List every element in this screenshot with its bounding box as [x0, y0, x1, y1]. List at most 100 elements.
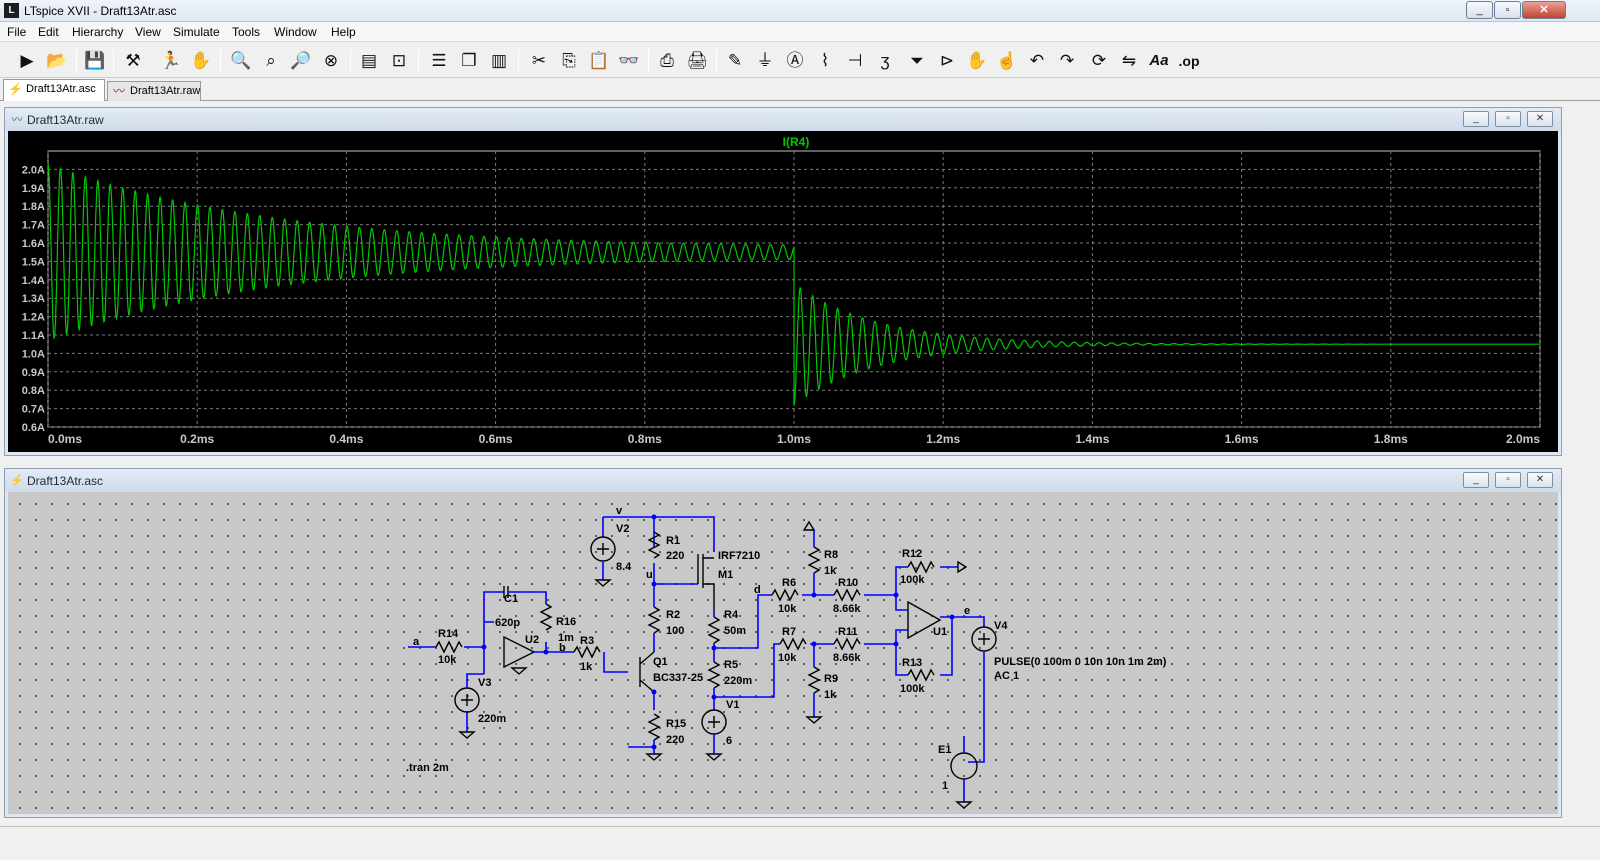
print-setup-icon[interactable]: ⎙ — [654, 48, 680, 74]
tab-schematic[interactable]: ⚡ Draft13Atr.asc — [3, 79, 105, 101]
r4-ref: R4 — [724, 609, 739, 621]
r7-resistor[interactable] — [779, 637, 807, 651]
autorange-icon[interactable]: ▤ — [356, 48, 382, 74]
fit-icon[interactable]: ⊡ — [386, 48, 412, 74]
r16-resistor[interactable] — [539, 603, 553, 631]
sch-minimize-button[interactable]: _ — [1463, 472, 1489, 488]
r2-value: 100 — [666, 625, 684, 637]
close-button[interactable]: ✕ — [1522, 1, 1566, 19]
move-hand-icon[interactable]: ✋ — [964, 48, 990, 74]
draw-wire-icon[interactable]: ✎ — [722, 48, 748, 74]
r14-resistor[interactable] — [435, 640, 463, 654]
label-net-icon[interactable]: Ⓐ — [782, 48, 808, 74]
e1-source-symbol[interactable] — [950, 752, 978, 780]
zoom-cancel-icon[interactable]: ⊗ — [318, 48, 344, 74]
tile-vertical-icon[interactable]: ▥ — [486, 48, 512, 74]
maximize-button[interactable]: ▫ — [1494, 1, 1521, 19]
redo-icon[interactable]: ↷ — [1054, 48, 1080, 74]
run-man-icon[interactable]: 🏃 — [158, 48, 184, 74]
waveform-plot[interactable]: 0.0ms 0.2ms 0.4ms 0.6ms 0.8ms 1.0ms 1.2ms 1.4ms… — [8, 131, 1560, 454]
r1-ref: R1 — [666, 535, 680, 547]
r12-value: 100k — [900, 574, 925, 586]
menu-simulate[interactable]: Simulate — [173, 25, 220, 39]
zoom-out-icon[interactable]: 🔎 — [288, 48, 314, 74]
menu-view[interactable]: View — [135, 25, 161, 39]
menu-hierarchy[interactable]: Hierarchy — [72, 25, 123, 39]
r3-ref: R3 — [580, 635, 594, 647]
plot-area[interactable]: 0.0ms 0.2ms 0.4ms 0.6ms 0.8ms 1.0ms 1.2ms 1.4ms… — [8, 131, 1558, 452]
cascade-icon[interactable]: ❐ — [456, 48, 482, 74]
tile-horizontal-icon[interactable]: ☰ — [426, 48, 452, 74]
tab-waveform[interactable]: 〰 Draft13Atr.raw — [107, 81, 201, 101]
plot-minimize-button[interactable]: _ — [1463, 111, 1489, 127]
plot-restore-button[interactable]: ▫ — [1495, 111, 1521, 127]
r3-resistor[interactable] — [573, 645, 601, 659]
r1-value: 220 — [666, 550, 684, 562]
q1-transistor[interactable] — [639, 651, 655, 693]
r11-resistor[interactable] — [833, 637, 861, 651]
plot-close-button[interactable]: ✕ — [1527, 111, 1553, 127]
spice-directive-tran[interactable]: .tran 2m — [406, 762, 449, 774]
r5-resistor[interactable] — [707, 661, 721, 689]
zoom-in-icon[interactable]: 🔍 — [228, 48, 254, 74]
control-panel-icon[interactable]: ⚒ — [120, 48, 146, 74]
menu-edit[interactable]: Edit — [38, 25, 59, 39]
find-icon[interactable]: 👓 — [616, 48, 642, 74]
pan-hand-icon[interactable]: ✋ — [188, 48, 214, 74]
x-tick-label: 0.4ms — [329, 432, 363, 446]
y-tick-label: 1.5A — [22, 256, 45, 268]
trace-label[interactable]: I(R4) — [783, 135, 810, 149]
ground-icon — [705, 753, 723, 761]
y-tick-label: 1.9A — [22, 183, 45, 195]
mirror-icon[interactable]: ⇋ — [1116, 48, 1142, 74]
cut-icon[interactable]: ✂ — [526, 48, 552, 74]
print-icon[interactable]: 🖨 — [684, 48, 710, 74]
menu-tools[interactable]: Tools — [232, 25, 260, 39]
schematic-drawing[interactable]: v V2 8.4 R1 220 IRF7210 M1 u R2 100 R4 5… — [8, 492, 1560, 816]
m1-model: IRF7210 — [718, 550, 760, 562]
r9-resistor[interactable] — [807, 666, 821, 694]
capacitor-icon[interactable]: ⊣ — [842, 48, 868, 74]
undo-icon[interactable]: ↶ — [1024, 48, 1050, 74]
rotate-icon[interactable]: ⟳ — [1086, 48, 1112, 74]
r2-resistor[interactable] — [647, 606, 661, 634]
r4-resistor[interactable] — [707, 616, 721, 644]
sch-restore-button[interactable]: ▫ — [1495, 472, 1521, 488]
ground-icon — [510, 667, 528, 675]
m1-mosfet[interactable] — [697, 554, 715, 612]
schematic-canvas[interactable]: v V2 8.4 R1 220 IRF7210 M1 u R2 100 R4 5… — [8, 492, 1558, 814]
text-icon[interactable]: Aa — [1146, 48, 1172, 74]
paste-icon[interactable]: 📋 — [586, 48, 612, 74]
component-icon[interactable]: ⊳ — [934, 48, 960, 74]
inductor-icon[interactable]: ʒ — [872, 48, 898, 74]
menu-help[interactable]: Help — [331, 25, 356, 39]
net-label-d: d — [754, 584, 761, 596]
r2-ref: R2 — [666, 609, 680, 621]
r15-resistor[interactable] — [647, 713, 661, 741]
r15-value: 220 — [666, 734, 684, 746]
resistor-icon[interactable]: ⌇ — [812, 48, 838, 74]
r16-ref: R16 — [556, 616, 576, 628]
copy-icon[interactable]: ⎘ — [556, 48, 582, 74]
r10-resistor[interactable] — [833, 588, 861, 602]
r9-ref: R9 — [824, 673, 838, 685]
ground-icon[interactable]: ⏚ — [752, 48, 778, 74]
run-icon[interactable]: ▶ — [14, 48, 40, 74]
r8-resistor[interactable] — [807, 546, 821, 574]
spice-directive-icon[interactable]: .op — [1176, 48, 1202, 74]
r12-resistor[interactable] — [907, 560, 935, 574]
drag-hand-icon[interactable]: ☝ — [994, 48, 1020, 74]
c1-ref: C1 — [504, 593, 518, 605]
minimize-button[interactable]: _ — [1466, 1, 1493, 19]
x-tick-label: 0.8ms — [628, 432, 662, 446]
diode-icon[interactable]: ⏷ — [904, 48, 930, 74]
save-icon[interactable]: 💾 — [82, 48, 108, 74]
r13-resistor[interactable] — [907, 668, 935, 682]
menu-file[interactable]: File — [7, 25, 26, 39]
r6-resistor[interactable] — [771, 588, 799, 602]
open-icon[interactable]: 📂 — [44, 48, 70, 74]
r10-value: 8.66k — [833, 603, 861, 615]
zoom-area-icon[interactable]: ⌕ — [258, 48, 284, 74]
sch-close-button[interactable]: ✕ — [1527, 472, 1553, 488]
menu-window[interactable]: Window — [274, 25, 317, 39]
